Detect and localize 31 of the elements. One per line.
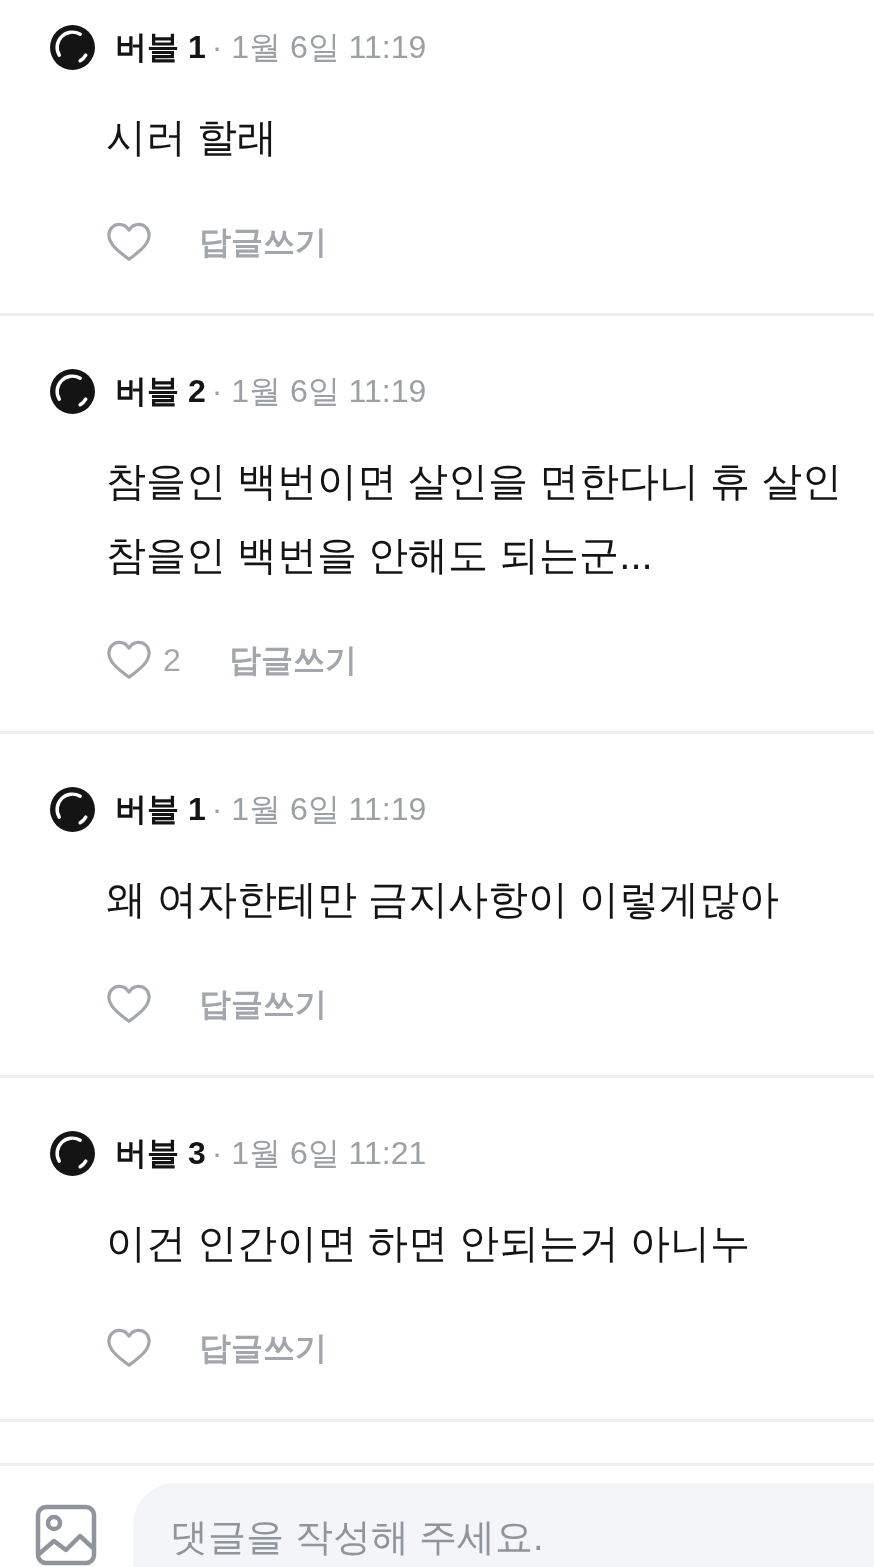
- comment-time: · 1월 6일 11:19: [211, 28, 427, 67]
- author-name: 버블 1: [115, 790, 206, 829]
- like-button[interactable]: [107, 222, 151, 262]
- like-button[interactable]: 2: [107, 640, 181, 680]
- comment-time: · 1월 6일 11:19: [211, 790, 427, 829]
- comment-text: 왜 여자한테만 금지사항이 이렇게많아: [106, 876, 781, 923]
- heart-icon: [107, 640, 151, 680]
- heart-icon: [107, 984, 151, 1024]
- avatar-icon: [50, 24, 95, 70]
- image-icon[interactable]: [35, 1504, 97, 1566]
- author-name: 버블 3: [115, 1134, 206, 1173]
- comment-input[interactable]: 댓글을 작성해 주세요.: [133, 1483, 874, 1567]
- author-name: 버블 1: [115, 28, 206, 67]
- reply-button[interactable]: 답글쓰기: [228, 638, 357, 682]
- reply-button[interactable]: 답글쓰기: [199, 220, 327, 264]
- like-button[interactable]: [107, 1328, 151, 1368]
- comment-text: 시러 할래: [106, 114, 279, 161]
- author-name: 버블 2: [115, 372, 206, 411]
- reply-button[interactable]: 답글쓰기: [199, 1326, 327, 1370]
- avatar-icon: [50, 368, 95, 414]
- heart-icon: [107, 1328, 151, 1368]
- avatar-icon: [50, 1130, 95, 1176]
- avatar-icon: [50, 786, 95, 832]
- comment-text: 이건 인간이면 하면 안되는거 아니누: [106, 1220, 752, 1267]
- comment-text: 참을인 백번이면 살인을 면한다니 휴 살인: [106, 458, 843, 505]
- comment-text: 참을인 백번을 안해도 되는군...: [106, 532, 654, 579]
- like-button[interactable]: [107, 984, 151, 1024]
- comment-time: · 1월 6일 11:19: [211, 372, 427, 411]
- heart-icon: [107, 222, 151, 262]
- reply-button[interactable]: 답글쓰기: [199, 982, 327, 1026]
- comment-time: · 1월 6일 11:21: [211, 1134, 427, 1173]
